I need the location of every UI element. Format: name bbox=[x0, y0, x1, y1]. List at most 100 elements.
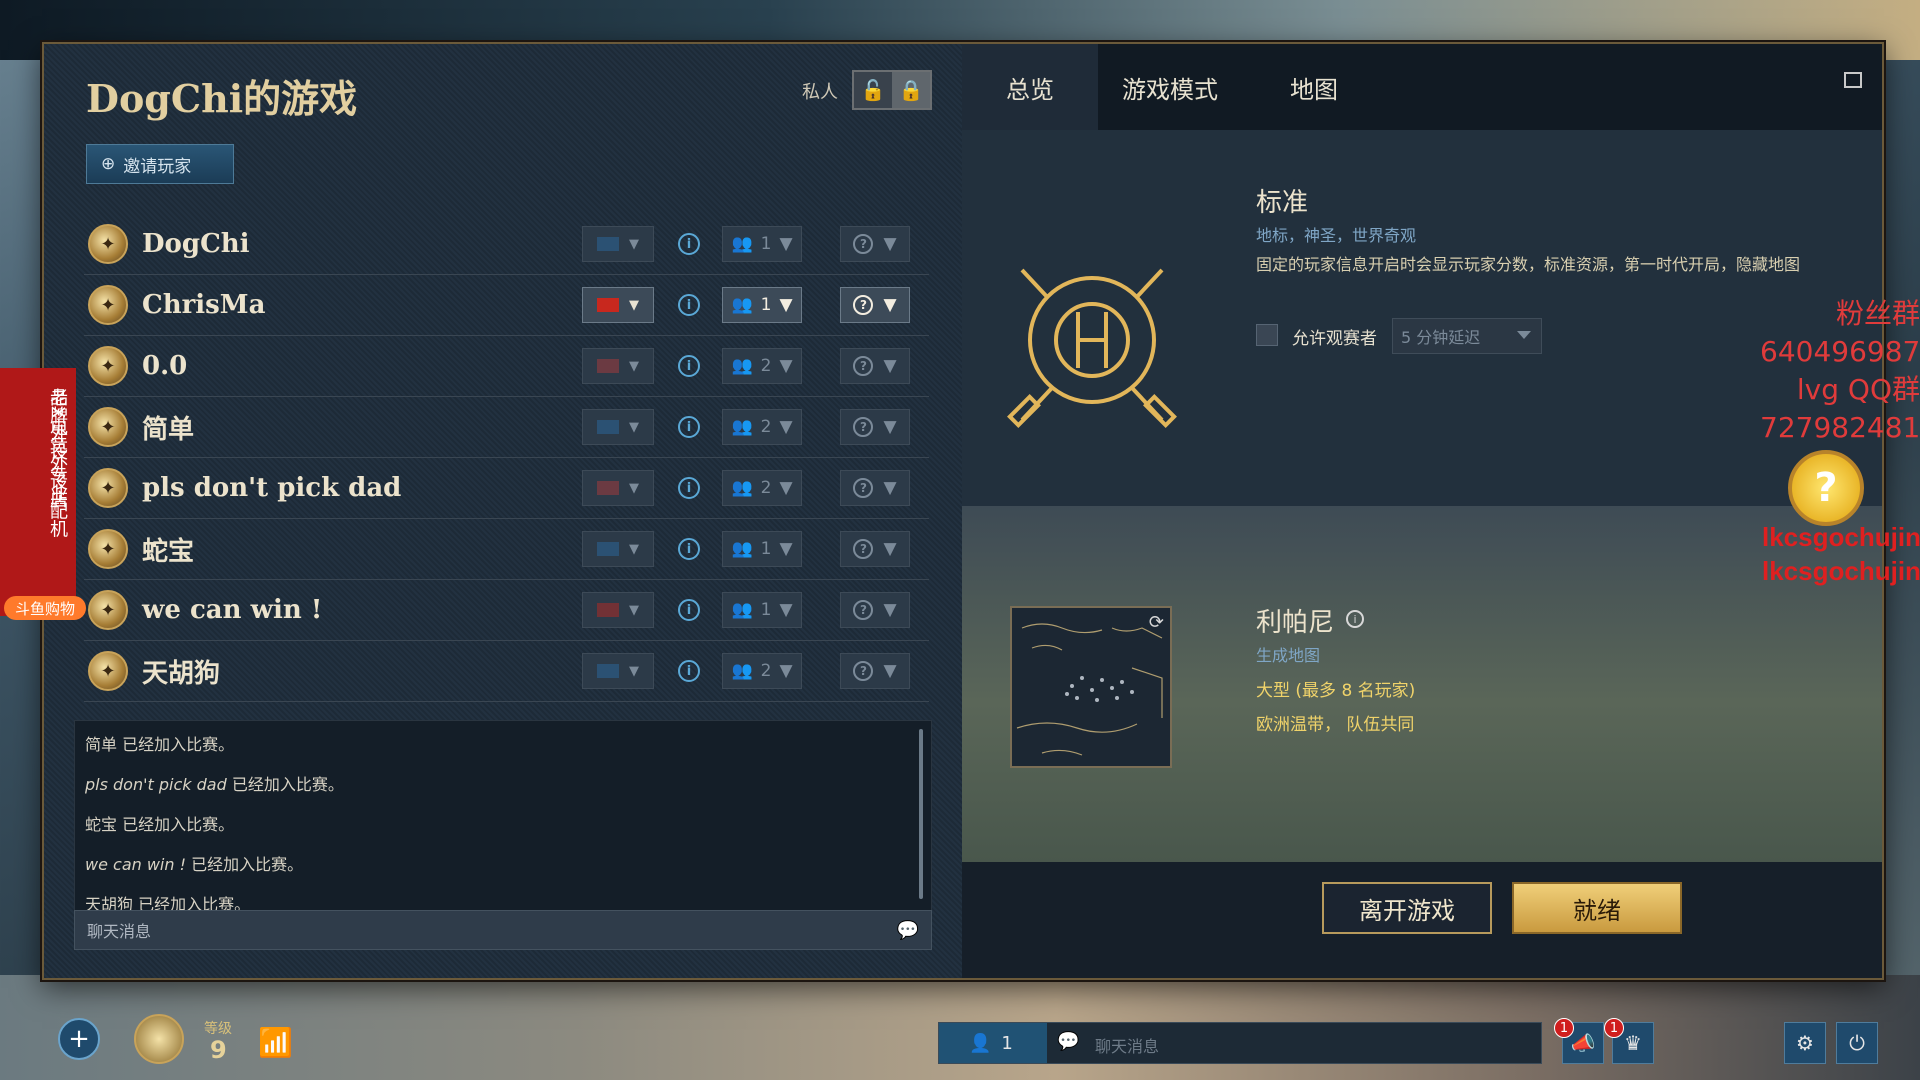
power-button[interactable]: ⏻ bbox=[1836, 1022, 1878, 1064]
tab-map[interactable]: 地图 bbox=[1242, 44, 1386, 130]
game-mode-section[interactable]: 标准 地标，神圣，世界奇观 固定的玩家信息开启时会显示玩家分数，标准资源，第一时… bbox=[962, 130, 1882, 506]
add-button[interactable]: + bbox=[58, 1018, 100, 1060]
team-dropdown[interactable]: 👥 2 ▼ bbox=[722, 409, 802, 445]
notification-badge-b: 1 bbox=[1604, 1018, 1624, 1038]
team-dropdown[interactable]: 👥 1 ▼ bbox=[722, 531, 802, 567]
global-chat-bar[interactable]: 👤 1 💬 聊天消息 bbox=[938, 1022, 1542, 1064]
player-options-dropdown[interactable]: ? ▼ bbox=[840, 653, 910, 689]
crossed-swords-shield-icon bbox=[1007, 268, 1177, 428]
spectator-delay-dropdown[interactable]: 5 分钟延迟 bbox=[1392, 318, 1542, 354]
map-section[interactable]: ⟳ 利帕尼 i 生成地图 大型 (最多 8 名玩家) 欧洲温带， 队伍共同 bbox=[962, 506, 1882, 862]
player-name: pls don't pick dad bbox=[142, 473, 402, 503]
team-value: 1 bbox=[760, 234, 772, 254]
chat-bubble-icon[interactable]: 💬 bbox=[897, 920, 919, 941]
chevron-down-icon: ▼ bbox=[629, 358, 639, 374]
info-icon[interactable]: i bbox=[678, 660, 700, 682]
mode-description: 固定的玩家信息开启时会显示玩家分数，标准资源，第一时代开局，隐藏地图 bbox=[1256, 255, 1801, 274]
ready-button[interactable]: 就绪 bbox=[1512, 882, 1682, 934]
lobby-left-panel: DogChi的游戏 私人 🔓 🔒 ⊕ 邀请玩家 ✦ DogChi ▼ i 👥 1… bbox=[44, 44, 962, 978]
civ-dropdown[interactable]: ▼ bbox=[582, 592, 654, 628]
team-icon: 👥 bbox=[731, 661, 753, 681]
chat-scrollbar[interactable] bbox=[919, 729, 923, 899]
chat-sender: we can win ! bbox=[85, 855, 187, 874]
player-avatar-icon: ✦ bbox=[88, 346, 128, 386]
player-row: ✦ 简单 ▼ i 👥 2 ▼ ? ▼ bbox=[84, 397, 929, 458]
player-options-dropdown[interactable]: ? ▼ bbox=[840, 592, 910, 628]
minimize-icon[interactable] bbox=[1844, 72, 1862, 88]
flag-icon bbox=[597, 542, 619, 556]
flag-icon bbox=[597, 603, 619, 617]
civ-dropdown[interactable]: ▼ bbox=[582, 470, 654, 506]
team-dropdown[interactable]: 👥 1 ▼ bbox=[722, 226, 802, 262]
sponsor-subtext: 品牌外设 专业配机 bbox=[47, 388, 68, 538]
private-toggle[interactable]: 🔓 🔒 bbox=[852, 70, 932, 110]
team-icon: 👥 bbox=[731, 356, 753, 376]
chevron-down-icon: ▼ bbox=[629, 541, 639, 557]
question-icon: ? bbox=[853, 661, 874, 681]
online-count-value: 1 bbox=[1001, 1032, 1013, 1054]
player-options-dropdown[interactable]: ? ▼ bbox=[840, 348, 910, 384]
player-row: ✦ 蛇宝 ▼ i 👥 1 ▼ ? ▼ bbox=[84, 519, 929, 580]
civ-dropdown[interactable]: ▼ bbox=[582, 653, 654, 689]
info-icon[interactable]: i bbox=[678, 416, 700, 438]
player-name: DogChi bbox=[142, 229, 250, 259]
online-count[interactable]: 👤 1 bbox=[939, 1023, 1047, 1063]
team-icon: 👥 bbox=[731, 417, 753, 437]
team-dropdown[interactable]: 👥 1 ▼ bbox=[722, 287, 802, 323]
rank-emblem-icon bbox=[134, 1014, 184, 1064]
team-value: 1 bbox=[760, 295, 772, 315]
global-chat-placeholder: 聊天消息 bbox=[1095, 1037, 1160, 1056]
chat-message: 已经加入比赛。 bbox=[231, 775, 344, 794]
civ-dropdown[interactable]: ▼ bbox=[582, 287, 654, 323]
tab-game-mode[interactable]: 游戏模式 bbox=[1098, 44, 1242, 130]
player-options-dropdown[interactable]: ? ▼ bbox=[840, 226, 910, 262]
leave-game-button[interactable]: 离开游戏 bbox=[1322, 882, 1492, 934]
chat-placeholder: 聊天消息 bbox=[87, 922, 152, 941]
player-options-dropdown[interactable]: ? ▼ bbox=[840, 287, 910, 323]
user-icon: 👤 bbox=[969, 1032, 992, 1054]
chevron-down-icon: ▼ bbox=[629, 602, 639, 618]
chevron-down-icon: ▼ bbox=[629, 419, 639, 435]
info-icon[interactable]: i bbox=[678, 294, 700, 316]
map-info-icon[interactable]: i bbox=[1346, 610, 1364, 628]
civ-dropdown[interactable]: ▼ bbox=[582, 348, 654, 384]
player-row: ✦ DogChi ▼ i 👥 1 ▼ ? ▼ bbox=[84, 214, 929, 275]
mode-name: 标准 bbox=[1256, 188, 1309, 218]
player-row: ✦ ChrisMa ▼ i 👥 1 ▼ ? ▼ bbox=[84, 275, 929, 336]
player-options-dropdown[interactable]: ? ▼ bbox=[840, 409, 910, 445]
question-icon: ? bbox=[853, 600, 874, 620]
map-thumbnail[interactable]: ⟳ bbox=[1010, 606, 1172, 768]
player-options-dropdown[interactable]: ? ▼ bbox=[840, 470, 910, 506]
team-dropdown[interactable]: 👥 2 ▼ bbox=[722, 348, 802, 384]
team-dropdown[interactable]: 👥 2 ▼ bbox=[722, 470, 802, 506]
civ-dropdown[interactable]: ▼ bbox=[582, 409, 654, 445]
civ-dropdown[interactable]: ▼ bbox=[582, 531, 654, 567]
question-icon: ? bbox=[853, 356, 874, 376]
info-icon[interactable]: i bbox=[678, 538, 700, 560]
refresh-icon[interactable]: ⟳ bbox=[1149, 612, 1164, 633]
chevron-down-icon: ▼ bbox=[883, 417, 897, 437]
chevron-down-icon: ▼ bbox=[883, 356, 897, 376]
chat-sender: 简单 bbox=[85, 735, 118, 754]
info-icon[interactable]: i bbox=[678, 233, 700, 255]
team-dropdown[interactable]: 👥 2 ▼ bbox=[722, 653, 802, 689]
player-avatar-icon: ✦ bbox=[88, 285, 128, 325]
chevron-down-icon: ▼ bbox=[883, 478, 897, 498]
info-icon[interactable]: i bbox=[678, 355, 700, 377]
info-icon[interactable]: i bbox=[678, 477, 700, 499]
settings-button[interactable]: ⚙ bbox=[1784, 1022, 1826, 1064]
tab-overview[interactable]: 总览 bbox=[962, 44, 1098, 130]
question-icon: ? bbox=[853, 478, 874, 498]
player-row: ✦ 天胡狗 ▼ i 👥 2 ▼ ? ▼ bbox=[84, 641, 929, 702]
chat-line: we can win ! 已经加入比赛。 bbox=[85, 845, 921, 885]
allow-spectators-checkbox[interactable] bbox=[1256, 324, 1278, 346]
player-avatar-icon: ✦ bbox=[88, 651, 128, 691]
map-subtitle: 生成地图 bbox=[1256, 646, 1321, 665]
civ-dropdown[interactable]: ▼ bbox=[582, 226, 654, 262]
team-dropdown[interactable]: 👥 1 ▼ bbox=[722, 592, 802, 628]
sponsor-badge: 斗鱼购物 bbox=[4, 596, 86, 620]
info-icon[interactable]: i bbox=[678, 599, 700, 621]
player-options-dropdown[interactable]: ? ▼ bbox=[840, 531, 910, 567]
chat-input[interactable]: 聊天消息 💬 bbox=[74, 910, 932, 950]
invite-player-button[interactable]: ⊕ 邀请玩家 bbox=[86, 144, 234, 184]
